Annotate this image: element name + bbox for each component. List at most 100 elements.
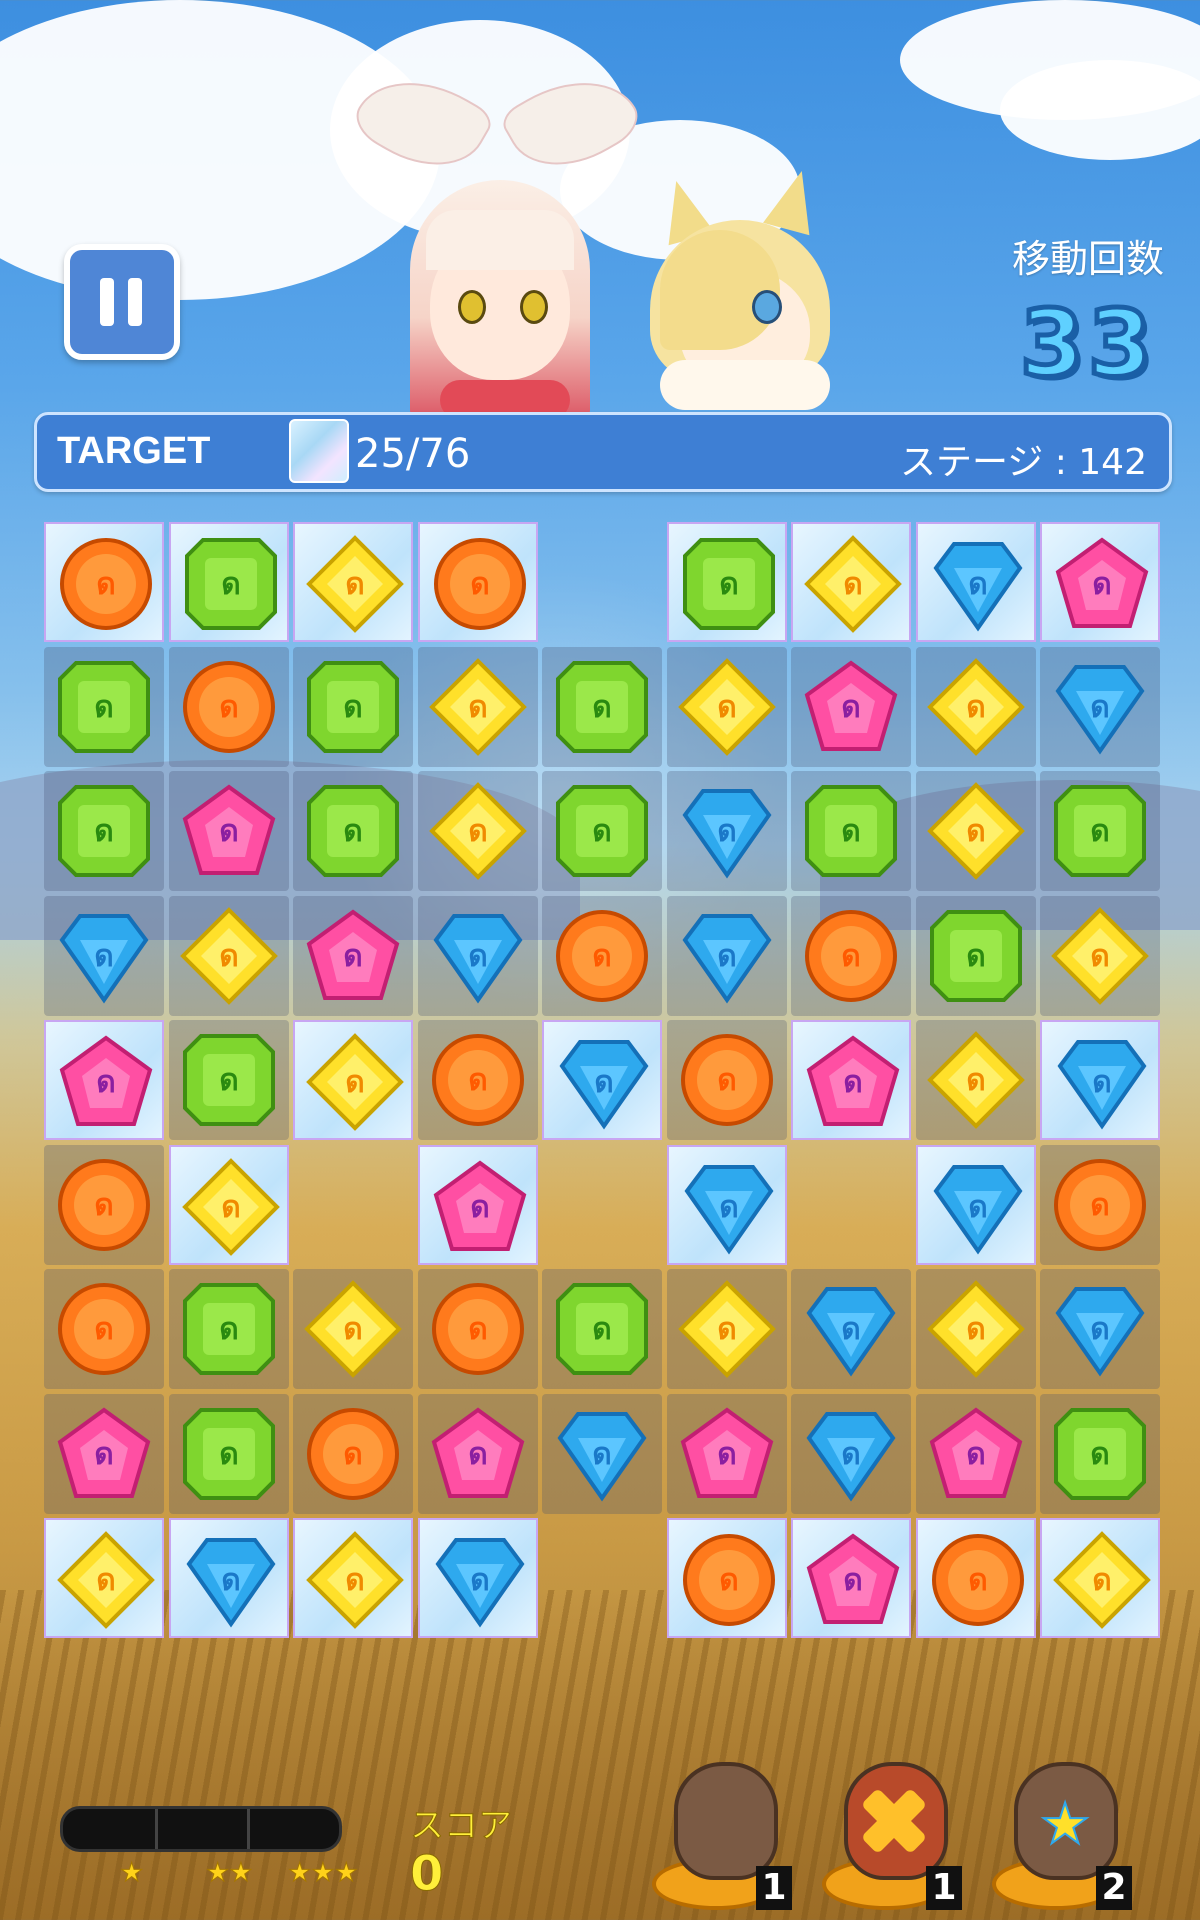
ice-cell[interactable]: ด [1040, 1020, 1160, 1140]
board-cell[interactable]: ด [293, 771, 413, 891]
svg-text:ด: ด [221, 1190, 240, 1225]
ice-cell[interactable]: ด [666, 1518, 787, 1638]
board-cell[interactable]: ด [915, 1269, 1036, 1389]
board-cell[interactable]: ด [168, 1020, 289, 1140]
board-cell[interactable]: ด [293, 1393, 413, 1514]
ice-cell[interactable]: ด [791, 522, 911, 642]
board-cell[interactable]: ด [1040, 1393, 1160, 1514]
ice-cell[interactable]: ด [915, 1144, 1036, 1265]
board-cell[interactable]: ด [666, 771, 787, 891]
pause-icon [100, 278, 114, 326]
empty-cell [542, 1518, 662, 1638]
svg-text:ด: ด [592, 1437, 611, 1472]
board-cell[interactable]: ด [417, 1269, 538, 1389]
ice-cell[interactable]: ด [44, 522, 164, 642]
ice-cell[interactable]: ด [417, 1144, 538, 1265]
board-cell[interactable]: ด [417, 895, 538, 1016]
yellow-gem-icon: ด [926, 1279, 1026, 1379]
board-cell[interactable]: ด [542, 1269, 662, 1389]
board-cell[interactable]: ด [666, 646, 787, 767]
pause-button[interactable] [64, 244, 180, 360]
board-cell[interactable]: ด [666, 1020, 787, 1140]
ice-cell[interactable]: ด [915, 522, 1036, 642]
ice-cell[interactable]: ด [915, 1518, 1036, 1638]
ice-cell[interactable]: ด [791, 1020, 911, 1140]
green-gem-icon: ด [179, 1404, 279, 1504]
board-cell[interactable]: ด [542, 895, 662, 1016]
board-cell[interactable]: ด [168, 1393, 289, 1514]
score-progress-bar [60, 1806, 342, 1852]
board-cell[interactable]: ด [1040, 1144, 1160, 1265]
ice-cell[interactable]: ด [417, 522, 538, 642]
board-cell[interactable]: ด [44, 895, 164, 1016]
svg-text:ด: ด [468, 939, 487, 974]
board-cell[interactable]: ด [1040, 646, 1160, 767]
orange-gem-icon: ด [928, 1530, 1028, 1630]
ice-cell[interactable]: ด [293, 522, 413, 642]
board-cell[interactable]: ด [915, 771, 1036, 891]
target-label: TARGET [57, 430, 211, 472]
board-cell[interactable]: ด [168, 895, 289, 1016]
board-cell[interactable]: ด [791, 1269, 911, 1389]
board-cell[interactable]: ด [168, 771, 289, 891]
green-gem-icon: ด [303, 781, 403, 881]
board-cell[interactable]: ด [417, 1393, 538, 1514]
svg-text:ด: ด [94, 1312, 113, 1347]
board-cell[interactable]: ด [1040, 1269, 1160, 1389]
board-cell[interactable]: ด [542, 1393, 662, 1514]
board-cell[interactable]: ด [44, 771, 164, 891]
board-cell[interactable]: ด [417, 1020, 538, 1140]
board-cell[interactable]: ด [666, 895, 787, 1016]
board-cell[interactable]: ด [666, 1393, 787, 1514]
ice-cell[interactable]: ด [791, 1518, 911, 1638]
orange-gem-icon: ด [679, 1530, 779, 1630]
ice-cell[interactable]: ด [666, 522, 787, 642]
ice-cell[interactable]: ด [1040, 1518, 1160, 1638]
board-cell[interactable]: ด [1040, 771, 1160, 891]
blue-gem-icon: ด [181, 1530, 281, 1630]
board-cell[interactable]: ด [542, 771, 662, 891]
paw-item-button[interactable]: 1 [652, 1762, 792, 1912]
item-count: 1 [926, 1866, 962, 1910]
board-cell[interactable]: ด [915, 646, 1036, 767]
ice-cell[interactable]: ด [44, 1020, 164, 1140]
board-cell[interactable]: ด [1040, 895, 1160, 1016]
board-cell[interactable]: ด [293, 895, 413, 1016]
ice-cell[interactable]: ด [666, 1144, 787, 1265]
board-cell[interactable]: ด [791, 646, 911, 767]
board-cell[interactable]: ด [542, 646, 662, 767]
ice-cell[interactable]: ด [44, 1518, 164, 1638]
cross-paw-item-button[interactable]: 1 [822, 1762, 962, 1912]
board-cell[interactable]: ด [168, 646, 289, 767]
ice-cell[interactable]: ด [168, 1144, 289, 1265]
ice-cell[interactable]: ด [293, 1518, 413, 1638]
ice-cell[interactable]: ด [417, 1518, 538, 1638]
board-cell[interactable]: ด [44, 1393, 164, 1514]
board-cell[interactable]: ด [44, 1144, 164, 1265]
star-paw-item-button[interactable]: ★ 2 [992, 1762, 1132, 1912]
board-cell[interactable]: ด [915, 1020, 1036, 1140]
ice-cell[interactable]: ด [168, 522, 289, 642]
svg-text:ด: ด [717, 1063, 736, 1098]
board-cell[interactable]: ด [791, 895, 911, 1016]
ice-cell[interactable]: ด [168, 1518, 289, 1638]
board-cell[interactable]: ด [44, 1269, 164, 1389]
svg-text:ด: ด [221, 567, 240, 602]
board-cell[interactable]: ด [293, 646, 413, 767]
svg-text:ด: ด [1090, 690, 1109, 725]
ice-cell[interactable]: ด [542, 1020, 662, 1140]
board-cell[interactable]: ด [44, 646, 164, 767]
board-cell[interactable]: ด [915, 1393, 1036, 1514]
board-cell[interactable]: ด [791, 1393, 911, 1514]
svg-text:ด: ด [966, 1437, 985, 1472]
board-cell[interactable]: ด [168, 1269, 289, 1389]
board-cell[interactable]: ด [417, 646, 538, 767]
target-count: 25/76 [355, 431, 471, 477]
board-cell[interactable]: ด [293, 1269, 413, 1389]
board-cell[interactable]: ด [417, 771, 538, 891]
ice-cell[interactable]: ด [293, 1020, 413, 1140]
board-cell[interactable]: ด [666, 1269, 787, 1389]
ice-cell[interactable]: ด [1040, 522, 1160, 642]
board-cell[interactable]: ด [915, 895, 1036, 1016]
board-cell[interactable]: ด [791, 771, 911, 891]
